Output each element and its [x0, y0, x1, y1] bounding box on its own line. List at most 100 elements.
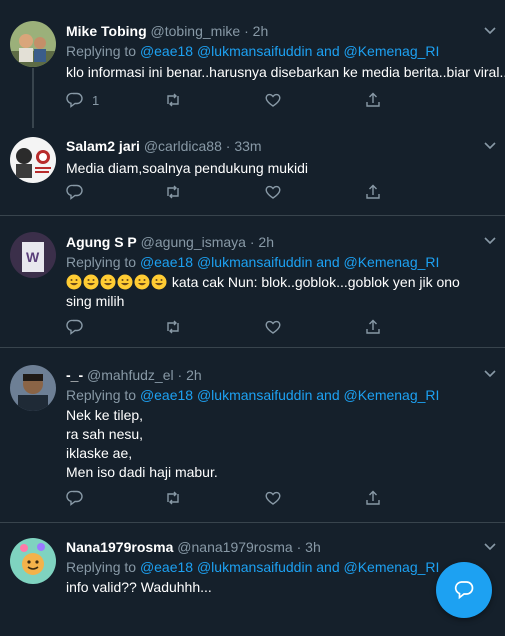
avatar[interactable]	[10, 365, 56, 411]
heart-icon	[265, 491, 281, 505]
tweet-text: Media diam,soalnya pendukung mukidi	[66, 159, 495, 178]
share-button[interactable]	[364, 488, 382, 508]
tweet-actions	[66, 488, 386, 508]
tweet-item[interactable]: Salam2 jari @carldica88 · 33m Media diam…	[0, 122, 505, 216]
tweet-actions: 1	[66, 90, 386, 110]
tweet-text-line: sing milih	[66, 293, 125, 309]
replying-to-users[interactable]: @eae18 @lukmansaifuddin and @Kemenag_RI	[140, 559, 439, 575]
user-handle[interactable]: @nana1979rosma	[177, 539, 292, 555]
grinning-face-emoji	[83, 274, 99, 290]
retweet-icon	[167, 185, 179, 199]
user-handle[interactable]: @tobing_mike	[151, 23, 241, 39]
thread-connector	[32, 68, 34, 128]
share-button[interactable]	[364, 182, 382, 202]
grinning-face-emoji	[117, 274, 133, 290]
reply-button[interactable]	[66, 488, 84, 508]
tweet-text: kata cak Nun: blok..goblok...goblok yen …	[66, 273, 495, 311]
replying-to-label: Replying to	[66, 254, 137, 270]
reply-icon	[66, 319, 83, 335]
user-handle[interactable]: @agung_ismaya	[141, 234, 246, 250]
reply-icon	[66, 490, 83, 506]
heart-icon	[265, 320, 281, 334]
display-name[interactable]: Agung S P	[66, 234, 137, 250]
retweet-icon	[167, 320, 179, 334]
reply-count: 1	[92, 92, 100, 108]
tweet-item[interactable]: W Agung S P @agung_ismaya · 2h Replying …	[0, 216, 505, 348]
retweet-button[interactable]	[164, 317, 182, 337]
chevron-down-icon[interactable]	[483, 234, 497, 248]
tweet-text-line: klo informasi ini benar..harusnya diseba…	[66, 64, 505, 80]
share-button[interactable]	[364, 90, 382, 110]
chevron-down-icon[interactable]	[483, 540, 497, 554]
retweet-button[interactable]	[164, 90, 182, 110]
separator-dot: ·	[244, 23, 249, 39]
reply-icon	[66, 184, 83, 200]
reply-icon	[66, 92, 83, 108]
heart-icon	[265, 185, 281, 199]
reply-button[interactable]: 1	[66, 90, 99, 110]
timestamp[interactable]: 3h	[305, 539, 321, 555]
tweet-text: info valid?? Waduhhh...	[66, 578, 495, 597]
tweet-text: Nek ke tilep, ra sah nesu, iklaske ae, M…	[66, 406, 495, 482]
user-handle[interactable]: @mahfudz_el	[87, 367, 174, 383]
retweet-icon	[167, 93, 179, 107]
grinning-face-emoji	[66, 274, 82, 290]
share-button[interactable]	[364, 317, 382, 337]
tweet-text-line: ra sah nesu,	[66, 426, 144, 442]
reply-button[interactable]	[66, 317, 84, 337]
tweet-item[interactable]: -_- @mahfudz_el · 2h Replying to @eae18 …	[0, 348, 505, 523]
replying-to-label: Replying to	[66, 387, 137, 403]
share-icon	[366, 92, 380, 107]
replying-to-users[interactable]: @eae18 @lukmansaifuddin and @Kemenag_RI	[140, 387, 439, 403]
share-icon	[366, 184, 380, 199]
chevron-down-icon[interactable]	[483, 139, 497, 153]
separator-dot: ·	[225, 138, 231, 154]
tweet-item[interactable]: Mike Tobing @tobing_mike · 2h Replying t…	[0, 0, 505, 128]
like-button[interactable]	[264, 182, 282, 202]
chevron-down-icon[interactable]	[483, 367, 497, 381]
grinning-face-emoji	[100, 274, 116, 290]
tweet-text-line: kata cak Nun: blok..goblok...goblok yen …	[171, 274, 460, 290]
replying-to-users[interactable]: @eae18 @lukmansaifuddin and @Kemenag_RI	[140, 43, 439, 59]
tweet-text-line: Nek ke tilep,	[66, 407, 144, 423]
share-icon	[366, 490, 380, 505]
timestamp[interactable]: 2h	[258, 234, 274, 250]
grinning-face-emoji	[151, 274, 167, 290]
share-icon	[366, 319, 380, 334]
compose-reply-button[interactable]	[436, 562, 492, 618]
timestamp[interactable]: 2h	[253, 23, 269, 39]
grinning-face-emoji	[134, 274, 150, 290]
tweet-text-line: Men iso dadi haji mabur.	[66, 464, 218, 480]
display-name[interactable]: Nana1979rosma	[66, 539, 173, 555]
user-handle[interactable]: @carldica88	[144, 138, 222, 154]
avatar[interactable]	[10, 21, 56, 67]
retweet-button[interactable]	[164, 182, 182, 202]
display-name[interactable]: Salam2 jari	[66, 138, 140, 154]
tweet-actions	[66, 317, 386, 337]
display-name[interactable]: -_-	[66, 367, 83, 383]
retweet-icon	[167, 491, 179, 505]
tweet-item[interactable]: Nana1979rosma @nana1979rosma · 3h Replyi…	[0, 523, 505, 636]
separator-dot: ·	[296, 539, 302, 555]
timestamp[interactable]: 33m	[234, 138, 261, 154]
timestamp[interactable]: 2h	[186, 367, 202, 383]
replying-to-label: Replying to	[66, 559, 137, 575]
compose-reply-icon	[454, 581, 474, 600]
avatar[interactable]	[10, 137, 56, 183]
tweet-text-line: Media diam,soalnya pendukung mukidi	[66, 160, 309, 176]
tweet-text: klo informasi ini benar..harusnya diseba…	[66, 63, 505, 82]
like-button[interactable]	[264, 317, 282, 337]
like-button[interactable]	[264, 90, 282, 110]
avatar[interactable]	[10, 538, 56, 584]
heart-icon	[265, 93, 281, 107]
chevron-down-icon[interactable]	[483, 24, 497, 38]
svg-text:W: W	[26, 249, 40, 265]
retweet-button[interactable]	[164, 488, 182, 508]
replying-to-users[interactable]: @eae18 @lukmansaifuddin and @Kemenag_RI	[140, 254, 439, 270]
like-button[interactable]	[264, 488, 282, 508]
avatar[interactable]: W	[10, 232, 56, 278]
separator-dot: ·	[249, 234, 255, 250]
reply-button[interactable]	[66, 182, 84, 202]
display-name[interactable]: Mike Tobing	[66, 23, 147, 39]
tweet-text-line: info valid?? Waduhhh...	[66, 579, 212, 595]
